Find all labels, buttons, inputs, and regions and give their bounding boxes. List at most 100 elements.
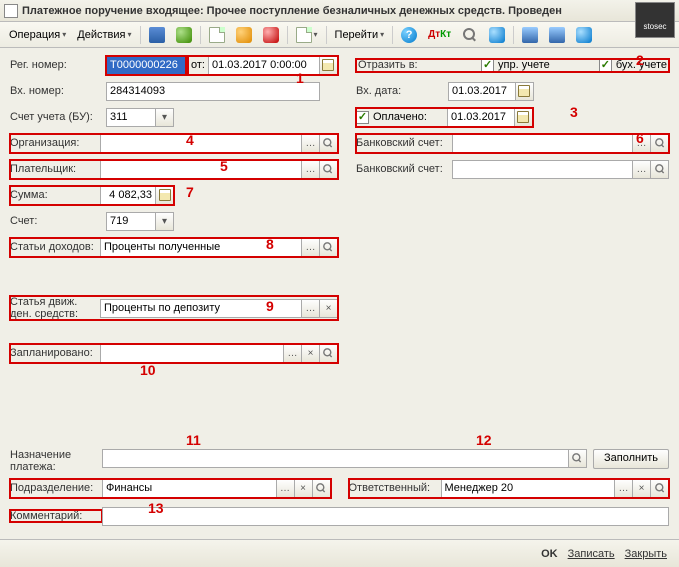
org-open-button[interactable] <box>320 134 338 153</box>
struct-icon <box>522 27 538 43</box>
paid-label: Оплачено: <box>373 111 447 123</box>
planned-clear-button[interactable]: × <box>302 344 320 363</box>
planned-select-button[interactable]: … <box>284 344 302 363</box>
payer-select-button[interactable]: … <box>302 160 320 179</box>
sum-calc-button[interactable] <box>156 186 174 205</box>
dtkt-button[interactable]: ДтКт <box>423 24 456 46</box>
in-date-input[interactable]: 01.03.2017 <box>448 82 516 101</box>
purpose-input[interactable] <box>102 449 569 468</box>
magnify-icon <box>654 163 665 174</box>
buh-check-wrap[interactable]: бух. учете <box>599 59 667 72</box>
bank-acct2-select-button[interactable]: … <box>633 160 651 179</box>
list-button[interactable] <box>544 24 570 46</box>
reflect-label: Отразить в: <box>358 59 432 71</box>
close-button[interactable]: Закрыть <box>625 548 667 560</box>
unpost-icon <box>263 27 279 43</box>
bank-acct2-open-button[interactable] <box>651 160 669 179</box>
refresh-button[interactable] <box>171 24 197 46</box>
calendar-icon <box>517 111 529 123</box>
planned-input[interactable] <box>100 344 284 363</box>
income-open-button[interactable] <box>320 238 338 257</box>
upr-label: упр. учете <box>498 59 550 71</box>
fill-button[interactable]: Заполнить <box>593 449 669 469</box>
magnify-icon <box>315 482 326 493</box>
go-menu[interactable]: Перейти <box>330 24 390 46</box>
purpose-open-button[interactable] <box>569 449 587 468</box>
resp-clear-button[interactable]: × <box>633 479 651 498</box>
post-icon <box>209 27 225 43</box>
planned-open-button[interactable] <box>320 344 338 363</box>
struct-button[interactable] <box>517 24 543 46</box>
write-button[interactable]: Записать <box>568 548 615 560</box>
resp-input[interactable]: Менеджер 20 <box>441 479 616 498</box>
toolbar-sep <box>392 26 393 44</box>
from-date-input[interactable]: 01.03.2017 0:00:00 <box>208 56 320 75</box>
buh-checkbox[interactable] <box>599 59 612 72</box>
app-logo: stosec <box>635 2 675 38</box>
sum-label: Сумма: <box>10 189 100 201</box>
purpose-l1: Назначение <box>10 449 71 461</box>
reg-no-label: Рег. номер: <box>10 59 106 71</box>
go-label: Перейти <box>335 29 379 41</box>
account-bu-input[interactable]: 311 <box>106 108 156 127</box>
bank-acct-open-button[interactable] <box>651 134 669 153</box>
in-no-input[interactable]: 284314093 <box>106 82 320 101</box>
magnify-icon <box>323 137 334 148</box>
upr-check-wrap[interactable]: упр. учете <box>481 59 550 72</box>
upr-checkbox[interactable] <box>481 59 494 72</box>
bank-acct2-input[interactable] <box>452 160 633 179</box>
post-button[interactable] <box>204 24 230 46</box>
from-date-group: от: 01.03.2017 0:00:00 <box>188 56 338 75</box>
dept-clear-button[interactable]: × <box>295 479 313 498</box>
dds-clear-button[interactable]: × <box>320 299 338 318</box>
kt-icon: Кт <box>440 30 451 40</box>
reg-no-input[interactable]: Т0000000226 <box>106 56 186 75</box>
paid-date-cal-button[interactable] <box>515 108 533 127</box>
account-dropdown[interactable]: ▾ <box>156 212 174 231</box>
save-button[interactable] <box>144 24 170 46</box>
account-input[interactable]: 719 <box>106 212 156 231</box>
income-select-button[interactable]: … <box>302 238 320 257</box>
from-date-label: от: <box>188 59 208 71</box>
find-button[interactable] <box>457 24 483 46</box>
show-button[interactable] <box>571 24 597 46</box>
org-select-button[interactable]: … <box>302 134 320 153</box>
resp-select-button[interactable]: … <box>615 479 633 498</box>
account-bu-dropdown[interactable]: ▾ <box>156 108 174 127</box>
refresh-icon <box>176 27 192 43</box>
sum-input[interactable]: 4 082,33 <box>100 186 156 205</box>
paid-checkbox[interactable] <box>356 111 369 124</box>
from-date-cal-button[interactable] <box>320 56 338 75</box>
dds-input[interactable]: Проценты по депозиту <box>100 299 302 318</box>
paid-group: Оплачено: 01.03.2017 <box>356 108 533 127</box>
dds-select-button[interactable]: … <box>302 299 320 318</box>
in-no-label: Вх. номер: <box>10 85 106 97</box>
purpose-l2: платежа: <box>10 461 56 473</box>
in-date-cal-button[interactable] <box>516 82 534 101</box>
annot-11: 11 <box>186 432 201 448</box>
bank-acct-input[interactable] <box>452 134 633 153</box>
income-input[interactable]: Проценты полученные <box>100 238 302 257</box>
resp-group: Ответственный: Менеджер 20 … × <box>349 479 670 498</box>
operation-menu[interactable]: Операция <box>4 24 71 46</box>
dept-input[interactable]: Финансы <box>102 479 277 498</box>
reflect-group: Отразить в: упр. учете бух. учете <box>356 59 669 72</box>
unpost-button[interactable] <box>258 24 284 46</box>
actions-menu[interactable]: Действия <box>72 24 136 46</box>
payer-input[interactable] <box>100 160 302 179</box>
org-input[interactable] <box>100 134 302 153</box>
dept-select-button[interactable]: … <box>277 479 295 498</box>
payer-open-button[interactable] <box>320 160 338 179</box>
createbased-button[interactable] <box>291 24 323 46</box>
bank-acct-select-button[interactable]: … <box>633 134 651 153</box>
annot-12: 12 <box>476 432 492 448</box>
ok-button[interactable]: OK <box>541 548 558 560</box>
paid-date-input[interactable]: 01.03.2017 <box>447 108 515 127</box>
resp-open-button[interactable] <box>651 479 669 498</box>
comment-input[interactable] <box>102 507 669 526</box>
org-group: Организация: … <box>10 134 338 153</box>
postall-button[interactable] <box>231 24 257 46</box>
help-button[interactable] <box>396 24 422 46</box>
dept-open-button[interactable] <box>313 479 331 498</box>
select-button[interactable] <box>484 24 510 46</box>
